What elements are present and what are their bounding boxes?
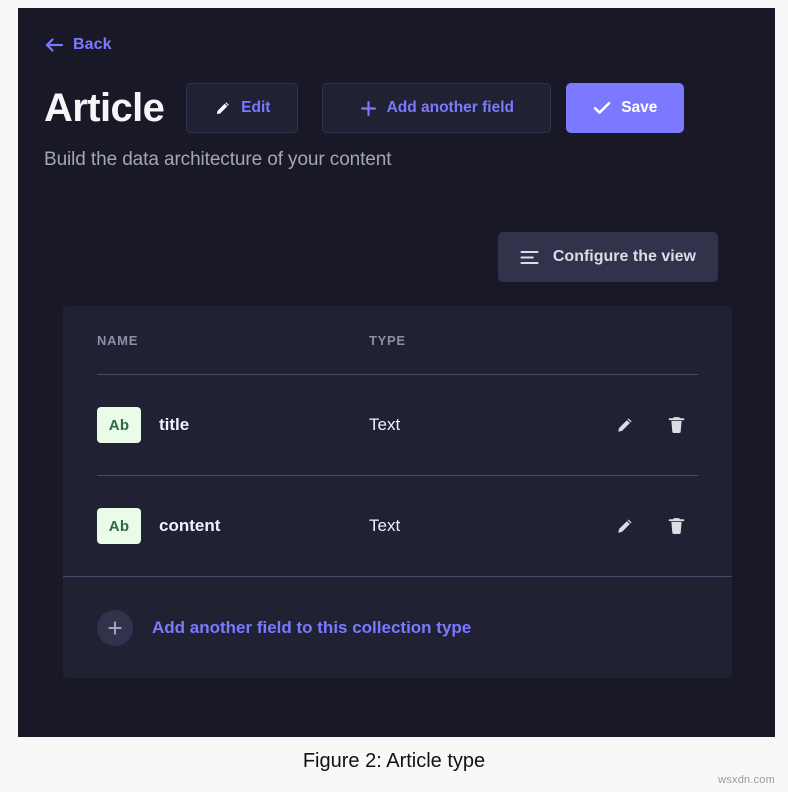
pencil-icon[interactable] (615, 416, 634, 435)
row-actions (615, 415, 698, 435)
add-another-field-label: Add another field (386, 99, 515, 116)
plus-icon (97, 609, 133, 646)
field-name-cell: Ab title (97, 407, 369, 443)
field-name: content (159, 516, 221, 535)
field-type-badge: Ab (97, 407, 141, 443)
page-subtitle: Build the data architecture of your cont… (44, 149, 392, 170)
add-another-field-button[interactable]: Add another field (322, 83, 552, 133)
save-button[interactable]: Save (566, 83, 685, 133)
edit-button[interactable]: Edit (186, 83, 299, 133)
table-row[interactable]: Ab title Text (63, 375, 732, 475)
list-lines-icon (520, 250, 539, 265)
figure-caption: Figure 2: Article type (302, 750, 486, 772)
back-link-label: Back (73, 36, 112, 53)
table-row[interactable]: Ab content Text (63, 476, 732, 576)
back-link[interactable]: Back (44, 36, 112, 54)
plus-icon (360, 100, 377, 117)
add-another-field-footer-label: Add another field to this collection typ… (152, 617, 472, 637)
watermark: wsxdn.com (718, 774, 775, 786)
app-window: Back Article Edit Add another field Save… (18, 8, 775, 737)
page-title: Article (44, 86, 165, 130)
check-icon (593, 101, 611, 115)
column-header-name: NAME (97, 332, 139, 348)
title-row: Article Edit Add another field Save (44, 79, 755, 137)
pencil-icon (214, 100, 231, 117)
figure-page: Back Article Edit Add another field Save… (0, 0, 788, 792)
trash-icon[interactable] (667, 415, 686, 435)
trash-icon[interactable] (667, 516, 686, 536)
pencil-icon[interactable] (615, 517, 634, 536)
fields-card: NAME TYPE Ab title Text Ab content Text … (63, 306, 732, 678)
edit-button-label: Edit (241, 99, 271, 116)
column-header-type: TYPE (369, 332, 406, 348)
save-button-label: Save (621, 99, 658, 116)
add-another-field-footer-button[interactable]: Add another field to this collection typ… (63, 577, 732, 678)
field-name: title (159, 415, 190, 434)
field-name-cell: Ab content (97, 508, 369, 544)
field-type-badge: Ab (97, 508, 141, 544)
arrow-left-icon (44, 37, 64, 53)
configure-the-view-label: Configure the view (552, 248, 696, 265)
field-type: Text (369, 516, 401, 535)
row-actions (615, 516, 698, 536)
configure-the-view-button[interactable]: Configure the view (497, 232, 718, 282)
field-type: Text (369, 415, 401, 434)
table-header-row: NAME TYPE (63, 306, 732, 374)
